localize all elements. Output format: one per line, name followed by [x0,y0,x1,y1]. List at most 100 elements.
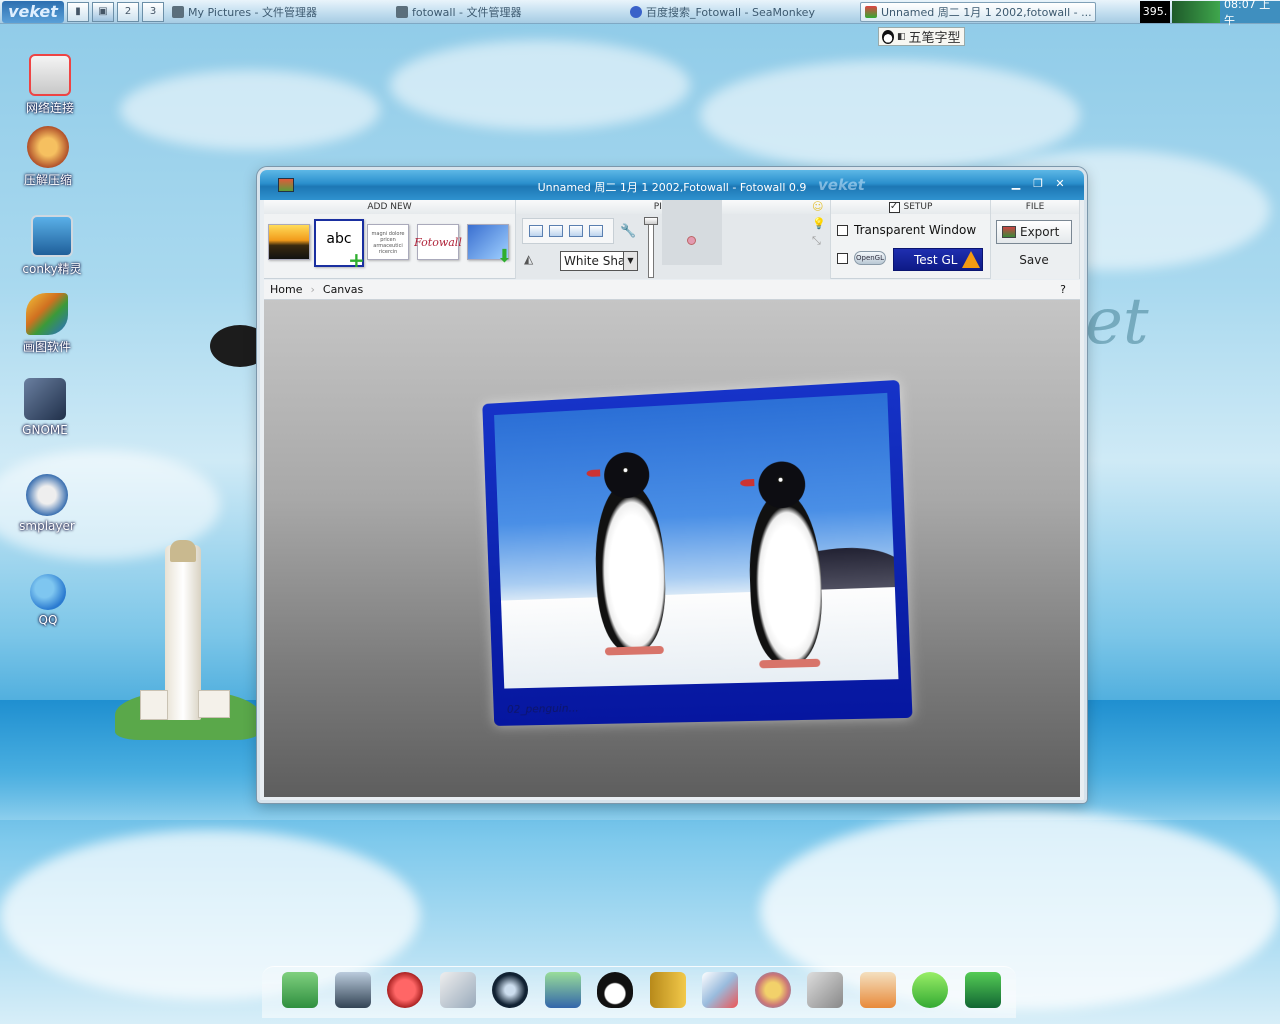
lighthouse-lamp [170,540,196,562]
desktop-icon-conky[interactable]: conky精灵 [7,215,97,277]
task-my-pictures[interactable]: My Pictures - 文件管理器 [168,2,388,22]
task-seamonkey[interactable]: 百度搜索_Fotowall - SeaMonkey [626,2,856,22]
penguin-icon [882,29,894,44]
help-icon[interactable] [912,972,948,1008]
photo-caption[interactable]: 02_penguin... [507,702,579,716]
slider-handle[interactable] [644,217,658,225]
book-icon[interactable] [649,972,686,1008]
task-fotowall-folder[interactable]: fotowall - 文件管理器 [392,2,622,22]
lightbulb-icon[interactable]: 💡 [812,217,826,230]
stack-raise-icon[interactable] [549,225,563,237]
paint-palette-icon[interactable] [754,972,791,1008]
window-title: Unnamed 周二 1月 1 2002,Fotowall - Fotowall… [537,181,807,194]
group-setup: ✓ SETUP Transparent Window OpenGL Test G… [831,200,991,279]
desktop-icon-paint[interactable]: 画图软件 [2,293,92,355]
pager-desktop-2[interactable]: 2 [117,1,139,22]
stack-front-icon[interactable] [529,225,543,237]
close-icon[interactable]: ✕ [1054,178,1066,189]
resize-icon[interactable]: ⤡ [812,234,826,248]
opengl-checkbox[interactable] [837,252,848,264]
save-button[interactable]: Save [996,249,1072,271]
breadcrumb-canvas[interactable]: Canvas [323,283,363,296]
window-titlebar[interactable]: Unnamed 周二 1月 1 2002,Fotowall - Fotowall… [260,170,1084,200]
folder-icon [396,5,408,18]
conky-icon [31,215,73,257]
side-tools: ☺ 💡 ⤡ [812,200,826,248]
perspective-handle[interactable] [687,236,696,245]
ime-label: 五笔字型 [908,31,961,46]
stack-lower-icon[interactable] [569,225,583,237]
chevron-right-icon: › [310,283,315,296]
usb-icon[interactable] [807,972,843,1008]
desktop-icon-network[interactable]: 网络连接 [5,54,95,116]
editor-icon[interactable] [439,972,476,1008]
opacity-slider[interactable] [644,217,658,278]
help-button[interactable]: ? [1060,283,1066,296]
titlebar-watermark: veket [818,176,865,194]
file-manager-icon[interactable] [282,972,318,1008]
setup-checkbox[interactable]: ✓ [888,201,900,213]
add-text-button[interactable]: abc + [314,219,365,272]
group-label-file: FILE [991,200,1079,214]
penguin-photo [494,392,899,689]
smplayer-icon [26,474,68,516]
breadcrumb: Home › Canvas ? [264,280,1080,300]
canvas[interactable]: 02_penguin... [264,300,1080,797]
add-picture-button[interactable] [268,224,310,260]
perspective-preview[interactable] [662,200,722,265]
show-desktop-icon[interactable]: ▮ [67,1,89,22]
opengl-option[interactable]: OpenGL [837,251,886,265]
paint-icon [26,293,68,335]
test-gl-button[interactable]: Test GL [893,248,983,271]
plus-icon: + [348,248,365,272]
ime-indicator[interactable]: ◧ 五笔字型 [878,27,965,46]
breadcrumb-home[interactable]: Home [270,283,302,296]
dropdown-arrow-icon: ▼ [623,252,637,270]
download-arrow-icon: ⬇ [496,246,512,267]
stack-back-icon[interactable] [589,225,603,237]
transparent-window-checkbox[interactable] [837,224,848,236]
task-fotowall-window[interactable]: Unnamed 周二 1月 1 2002,fotowall - ... [860,1,1096,22]
pager-desktop-3[interactable]: 3 [142,1,164,22]
gnome-icon [24,378,66,420]
export-icon [1002,226,1016,238]
camera-icon[interactable] [964,972,1001,1008]
ime-mode-icon: ◧ [897,31,906,42]
shape-tool-icon[interactable]: ◭ [524,252,540,266]
export-button[interactable]: Export [996,220,1072,244]
add-webcam-button[interactable]: ⬇ [467,224,512,267]
pet-icon[interactable] [387,972,423,1008]
house [198,690,230,718]
network-tools-icon[interactable] [544,972,581,1008]
minimize-icon[interactable]: ▁ [1010,178,1022,189]
pager-desktop-1[interactable]: ▣ [92,1,114,22]
transparent-window-option[interactable]: Transparent Window [837,223,976,237]
picture-item[interactable]: 02_penguin... [482,379,913,726]
desktop-icon-qq[interactable]: QQ [3,574,93,627]
menu-button[interactable]: veket [2,0,64,23]
media-player-icon[interactable] [492,972,528,1008]
group-add-new: ADD NEW abc + magni dolore pricen armace… [264,200,516,279]
wrench-icon[interactable]: 🔧 [620,224,636,239]
presentation-icon[interactable] [702,972,738,1008]
qq-penguin-icon[interactable] [597,972,633,1008]
group-file: FILE Export Save [991,200,1080,279]
clock[interactable]: 08:07 上午 [1220,0,1280,27]
network-graph [1172,0,1220,23]
desktop-icon-archive[interactable]: 压解压缩 [3,126,93,188]
fotowall-window: Unnamed 周二 1月 1 2002,Fotowall - Fotowall… [257,167,1087,803]
fotowall-icon [865,5,877,18]
desktop-icon-gnome[interactable]: GNOME [0,378,90,437]
archive-icon [27,126,69,168]
cloud [390,40,690,130]
cpu-monitor: 395. [1140,0,1170,23]
background-select[interactable]: White Shape ▼ [560,251,638,271]
monitor-icon[interactable] [334,972,371,1008]
add-wordcloud-button[interactable]: magni dolore pricen armaceutici ricercin [367,224,409,260]
desktop-icon-smplayer[interactable]: smplayer [2,474,92,533]
folder-icon [172,5,184,18]
add-wordart-button[interactable]: Fotowall [414,224,462,260]
smiley-icon[interactable]: ☺ [812,200,826,213]
scanner-icon[interactable] [859,972,896,1008]
maximize-icon[interactable]: ❐ [1032,178,1044,189]
